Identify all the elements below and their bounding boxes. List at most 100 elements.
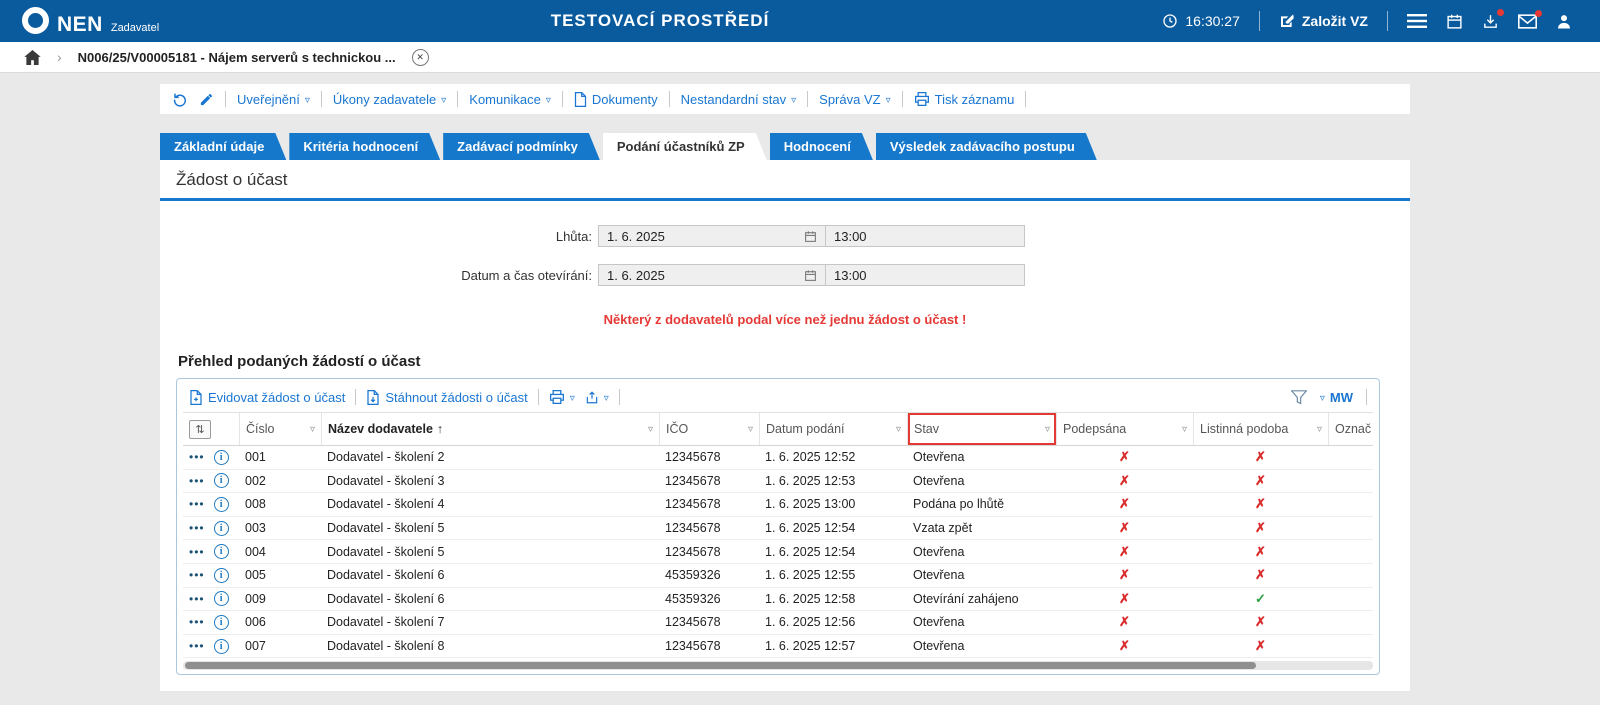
table-header-row: ⇅ Číslo ▿ Název dodavatele↑ ▿ IČO ▿ <box>183 412 1373 446</box>
downloads-icon[interactable] <box>1482 13 1499 30</box>
table-row[interactable]: ••• i 008 Dodavatel - školení 4 12345678… <box>183 493 1373 517</box>
info-icon[interactable]: i <box>214 450 229 465</box>
menu-icon[interactable] <box>1407 13 1427 29</box>
cell-datum-podani: 1. 6. 2025 12:53 <box>759 474 907 488</box>
breadcrumb-record[interactable]: N006/25/V00005181 - Nájem serverů s tech… <box>78 50 396 65</box>
tab-podani-ucastniku-zp[interactable]: Podání účastníků ZP <box>603 133 767 160</box>
chevron-down-icon: ▿ <box>886 95 891 106</box>
cell-listinna-mark: ✗ <box>1193 496 1328 512</box>
nen-logo[interactable]: NEN Zadavatel <box>0 8 159 35</box>
table-row[interactable]: ••• i 005 Dodavatel - školení 6 45359326… <box>183 564 1373 588</box>
column-cislo[interactable]: Číslo ▿ <box>239 413 321 445</box>
print-table-button[interactable]: ▿ <box>549 390 575 404</box>
row-menu-icon[interactable]: ••• <box>189 569 205 581</box>
table-row[interactable]: ••• i 007 Dodavatel - školení 8 12345678… <box>183 635 1373 659</box>
info-icon[interactable]: i <box>214 544 229 559</box>
column-label: Podepsána <box>1063 422 1126 436</box>
column-listinna-podoba[interactable]: Listinná podoba ▿ <box>1193 413 1328 445</box>
filter-caret-icon[interactable]: ▿ <box>896 424 901 435</box>
lhuta-date-field[interactable]: 1. 6. 2025 <box>598 225 826 247</box>
column-label: Listinná podoba <box>1200 422 1288 436</box>
oteviran-date-field[interactable]: 1. 6. 2025 <box>598 264 826 286</box>
cell-cislo: 009 <box>239 592 321 606</box>
history-button[interactable] <box>172 91 188 107</box>
tab-zakladni-udaje[interactable]: Základní údaje <box>160 133 286 160</box>
calendar-icon[interactable] <box>1446 13 1463 30</box>
edit-button[interactable] <box>199 92 214 107</box>
filter-caret-icon[interactable]: ▿ <box>1045 424 1050 435</box>
filter-icon[interactable] <box>1291 390 1307 405</box>
print-record-button[interactable]: Tisk záznamu <box>914 92 1015 107</box>
horizontal-scrollbar[interactable] <box>183 661 1373 670</box>
table-row[interactable]: ••• i 006 Dodavatel - školení 7 12345678… <box>183 611 1373 635</box>
cell-datum-podani: 1. 6. 2025 13:00 <box>759 497 907 511</box>
row-tools: ••• i <box>183 615 239 630</box>
close-record-icon[interactable]: ✕ <box>412 49 429 66</box>
table-row[interactable]: ••• i 002 Dodavatel - školení 3 12345678… <box>183 470 1373 494</box>
menu-dokumenty[interactable]: Dokumenty <box>574 92 658 107</box>
cell-datum-podani: 1. 6. 2025 12:57 <box>759 639 907 653</box>
filter-caret-icon[interactable]: ▿ <box>310 424 315 435</box>
menu-nestandardni-stav[interactable]: Nestandardní stav ▿ <box>681 92 797 107</box>
stahnout-zadosti-button[interactable]: Stáhnout žádosti o účast <box>366 390 527 405</box>
oteviran-time-field[interactable]: 13:00 <box>825 264 1025 286</box>
menu-sprava-vz[interactable]: Správa VZ ▿ <box>819 92 890 107</box>
tab-hodnoceni[interactable]: Hodnocení <box>770 133 873 160</box>
table-settings-icon[interactable]: ⇅ <box>189 420 211 439</box>
user-icon[interactable] <box>1556 13 1572 30</box>
lhuta-time-field[interactable]: 13:00 <box>825 225 1025 247</box>
info-icon[interactable]: i <box>214 568 229 583</box>
menu-komunikace[interactable]: Komunikace ▿ <box>469 92 551 107</box>
export-button[interactable]: ▿ <box>585 390 609 405</box>
filter-caret-icon[interactable]: ▿ <box>748 424 753 435</box>
tab-zadavaci-podminky[interactable]: Zadávací podmínky <box>443 133 600 160</box>
row-menu-icon[interactable]: ••• <box>189 546 205 558</box>
evidovat-zadost-button[interactable]: Evidovat žádost o účast <box>189 390 345 405</box>
info-icon[interactable]: i <box>214 591 229 606</box>
row-menu-icon[interactable]: ••• <box>189 498 205 510</box>
menu-uverejneni[interactable]: Uveřejnění ▿ <box>237 92 310 107</box>
info-icon[interactable]: i <box>214 615 229 630</box>
info-icon[interactable]: i <box>214 521 229 536</box>
column-oznacena[interactable]: Označ <box>1328 413 1373 445</box>
column-label: IČO <box>666 422 688 436</box>
info-icon[interactable]: i <box>214 497 229 512</box>
menu-ukony-zadavatele[interactable]: Úkony zadavatele ▿ <box>333 92 446 107</box>
column-nazev-dodavatele[interactable]: Název dodavatele↑ ▿ <box>321 413 659 445</box>
cell-cislo: 001 <box>239 450 321 464</box>
table-row[interactable]: ••• i 004 Dodavatel - školení 5 12345678… <box>183 540 1373 564</box>
chevron-down-icon: ▿ <box>791 95 796 106</box>
scrollbar-thumb[interactable] <box>185 662 1256 669</box>
messages-icon[interactable] <box>1518 14 1537 29</box>
create-vz-button[interactable]: Založit VZ <box>1279 13 1368 29</box>
filter-caret-icon[interactable]: ▿ <box>648 424 653 435</box>
column-stav[interactable]: Stav ▿ <box>907 413 1056 445</box>
home-icon[interactable] <box>24 50 41 65</box>
row-menu-icon[interactable]: ••• <box>189 475 205 487</box>
cell-nazev-dodavatele: Dodavatel - školení 5 <box>321 521 659 535</box>
view-selector[interactable]: ▿ MW <box>1320 390 1353 405</box>
column-datum-podani[interactable]: Datum podání ▿ <box>759 413 907 445</box>
tab-vysledek-zadavaciho-postupu[interactable]: Výsledek zadávacího postupu <box>876 133 1097 160</box>
form-row-oteviran: Datum a čas otevírání: 1. 6. 2025 13:00 <box>160 264 1410 286</box>
requests-grid: ⇅ Číslo ▿ Název dodavatele↑ ▿ IČO ▿ <box>183 412 1373 658</box>
cell-podepsana-mark: ✗ <box>1056 473 1193 489</box>
row-tools: ••• i <box>183 568 239 583</box>
row-menu-icon[interactable]: ••• <box>189 593 205 605</box>
column-podepsana[interactable]: Podepsána ▿ <box>1056 413 1193 445</box>
info-icon[interactable]: i <box>214 473 229 488</box>
column-ico[interactable]: IČO ▿ <box>659 413 759 445</box>
row-menu-icon[interactable]: ••• <box>189 616 205 628</box>
tab-kriteria-hodnoceni[interactable]: Kritéria hodnocení <box>289 133 440 160</box>
edit-square-icon <box>1279 13 1295 29</box>
info-icon[interactable]: i <box>214 639 229 654</box>
row-menu-icon[interactable]: ••• <box>189 640 205 652</box>
table-row[interactable]: ••• i 001 Dodavatel - školení 2 12345678… <box>183 446 1373 470</box>
table-row[interactable]: ••• i 009 Dodavatel - školení 6 45359326… <box>183 588 1373 612</box>
filter-caret-icon[interactable]: ▿ <box>1182 424 1187 435</box>
row-menu-icon[interactable]: ••• <box>189 522 205 534</box>
filter-caret-icon[interactable]: ▿ <box>1317 424 1322 435</box>
cell-stav: Otevřena <box>907 639 1056 653</box>
row-menu-icon[interactable]: ••• <box>189 451 205 463</box>
table-row[interactable]: ••• i 003 Dodavatel - školení 5 12345678… <box>183 517 1373 541</box>
